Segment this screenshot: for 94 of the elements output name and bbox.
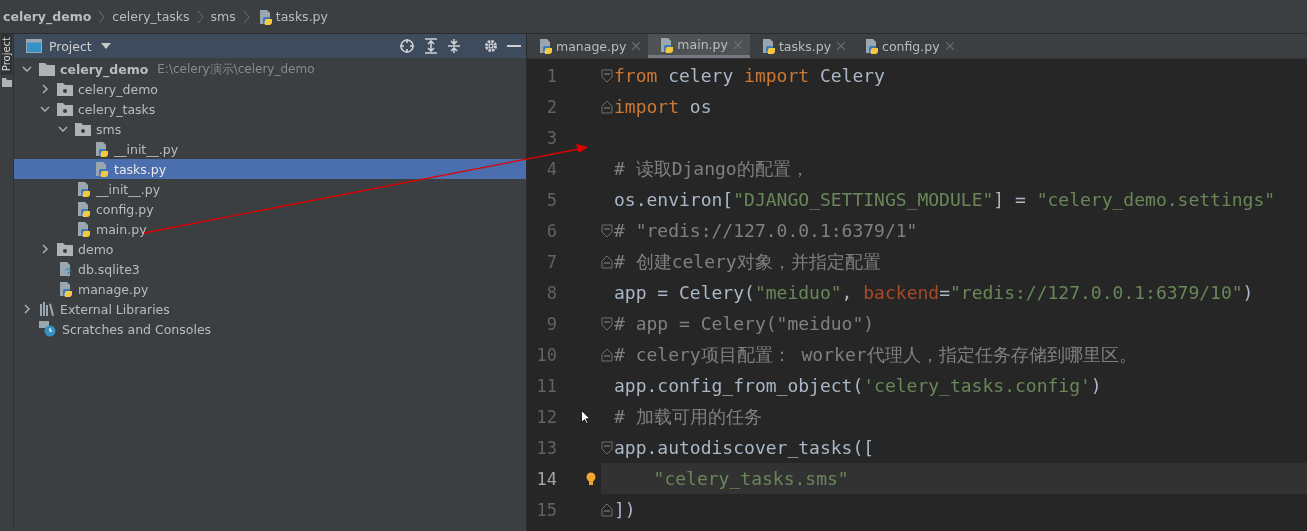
line-number: 5 xyxy=(545,189,557,210)
line-number: 1 xyxy=(545,65,557,86)
library-icon xyxy=(39,302,55,316)
line-number: 8 xyxy=(545,282,557,303)
editor-tab[interactable]: tasks.py xyxy=(749,34,854,58)
tree-item[interactable]: config.py xyxy=(14,199,526,219)
python-file-icon xyxy=(57,281,73,297)
fold-marker-icon[interactable] xyxy=(601,223,613,238)
fold-marker-icon[interactable] xyxy=(601,99,613,114)
python-file-icon xyxy=(75,201,91,217)
line-number: 7 xyxy=(545,251,557,272)
python-file-icon xyxy=(658,36,675,53)
locate-icon[interactable] xyxy=(399,38,415,54)
project-tool-tab[interactable]: Project xyxy=(1,34,12,75)
fold-marker-icon[interactable] xyxy=(601,347,613,362)
code-line: # 加载可用的任务 xyxy=(614,404,762,429)
package-folder-icon xyxy=(57,242,73,256)
unknown-file-icon xyxy=(57,261,73,277)
code-line: # celery项目配置： worker代理人，指定任务存储到哪里区。 xyxy=(614,342,1137,367)
line-number: 10 xyxy=(535,344,557,365)
python-file-icon xyxy=(93,141,109,157)
line-number: 11 xyxy=(535,375,557,396)
line-number: 2 xyxy=(545,96,557,117)
code-line: # 读取Django的配置， xyxy=(614,156,809,181)
line-number: 13 xyxy=(535,437,557,458)
code-line: app.autodiscover_tasks([ xyxy=(614,437,875,458)
fold-marker-icon[interactable] xyxy=(601,440,613,455)
code-line: "celery_tasks.sms" xyxy=(652,468,849,489)
code-line: import os xyxy=(614,96,712,117)
project-view-icon xyxy=(26,39,42,53)
code-line: # app = Celery("meiduo") xyxy=(614,313,875,334)
tree-item[interactable]: main.py xyxy=(14,219,526,239)
settings-icon[interactable] xyxy=(484,39,498,53)
breadcrumb-item[interactable]: celery_demo xyxy=(3,9,92,24)
package-folder-icon xyxy=(57,82,73,96)
chevron-icon xyxy=(98,9,106,24)
tree-item[interactable]: __init__.py xyxy=(14,179,526,199)
minimize-icon[interactable] xyxy=(507,44,521,48)
fold-marker-icon[interactable] xyxy=(601,502,613,517)
folder-icon xyxy=(1,78,12,88)
python-file-icon xyxy=(863,38,880,54)
line-number: 6 xyxy=(545,220,557,241)
python-file-icon xyxy=(75,221,91,237)
editor-tab[interactable]: main.py xyxy=(648,34,750,58)
tree-item[interactable]: __init__.py xyxy=(14,139,526,159)
tree-item[interactable]: celery_demo xyxy=(14,79,526,99)
line-number: 15 xyxy=(535,499,557,520)
tree-item[interactable]: Scratches and Consoles xyxy=(14,319,526,339)
code-line: # "redis://127.0.0.1:6379/1" xyxy=(614,220,918,241)
tree-item[interactable]: External Libraries xyxy=(14,299,526,319)
python-file-icon xyxy=(537,38,553,54)
breadcrumb-item[interactable]: tasks.py xyxy=(275,9,328,24)
package-folder-icon xyxy=(75,122,91,136)
expander-icon[interactable] xyxy=(40,244,50,254)
python-file-icon xyxy=(93,161,109,177)
tree-item[interactable]: manage.py xyxy=(14,279,526,299)
tree-item[interactable]: tasks.py xyxy=(14,159,526,179)
expand-all-icon[interactable] xyxy=(424,38,438,54)
lightbulb-icon[interactable] xyxy=(586,471,596,486)
tree-item[interactable]: demo xyxy=(14,239,526,259)
line-number: 9 xyxy=(545,313,557,334)
chevron-icon xyxy=(242,9,250,24)
line-number: 3 xyxy=(545,127,557,148)
collapse-all-icon[interactable] xyxy=(447,38,461,54)
scratch-clock-icon xyxy=(39,321,57,337)
code-line: app = Celery("meiduo", backend="redis://127.0.0.1:6379/10") xyxy=(614,282,1254,303)
dropdown-caret-icon[interactable] xyxy=(100,43,111,49)
tree-item[interactable]: celery_tasks xyxy=(14,99,526,119)
code-line: app.config_from_object('celery_tasks.config') xyxy=(614,375,1102,396)
python-file-icon xyxy=(75,181,91,197)
line-number: 14 xyxy=(535,468,557,489)
chevron-icon xyxy=(196,9,204,24)
editor-tab[interactable]: manage.py xyxy=(527,34,649,58)
code-line: ]) xyxy=(614,499,636,520)
package-folder-icon xyxy=(57,102,73,116)
code-line: # 创建celery对象，并指定配置 xyxy=(614,249,881,274)
breadcrumb-item[interactable]: celery_tasks xyxy=(112,9,190,24)
fold-marker-icon[interactable] xyxy=(601,68,613,83)
expander-icon[interactable] xyxy=(22,304,32,314)
mouse-pointer-icon xyxy=(581,410,590,424)
fold-marker-icon[interactable] xyxy=(601,316,613,331)
line-number: 4 xyxy=(545,158,557,179)
folder-icon xyxy=(39,62,55,76)
code-line: os.environ["DJANGO_SETTINGS_MODULE"] = "celery_demo.settings" xyxy=(614,189,1276,210)
panel-title[interactable]: Project xyxy=(49,38,92,54)
code-line: from celery import Celery xyxy=(614,65,885,86)
fold-marker-icon[interactable] xyxy=(601,254,613,269)
tree-item[interactable]: sms xyxy=(14,119,526,139)
path-hint: E:\celery演示\celery_demo xyxy=(157,60,315,78)
line-number: 12 xyxy=(535,406,557,427)
editor-tab[interactable]: config.py xyxy=(853,34,962,58)
breadcrumb-item[interactable]: sms xyxy=(210,9,236,24)
tree-item[interactable]: db.sqlite3 xyxy=(14,259,526,279)
tree-item[interactable]: celery_demo E:\celery演示\celery_demo xyxy=(14,59,526,79)
